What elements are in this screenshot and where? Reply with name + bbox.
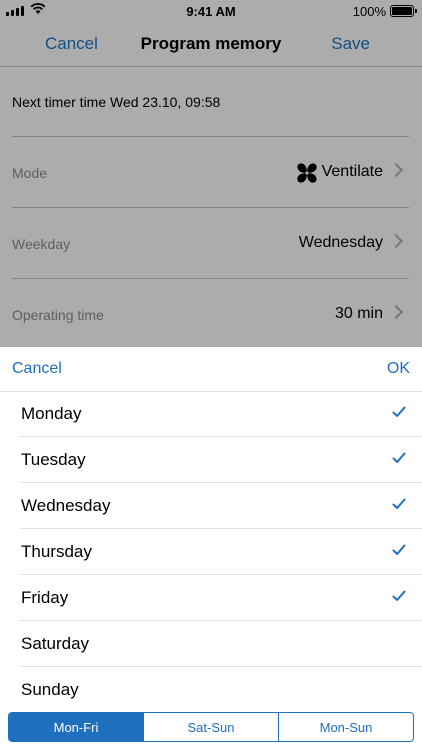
- day-label: Tuesday: [21, 450, 86, 469]
- day-list: Monday Tuesday Wednesday Thursday Friday…: [0, 391, 422, 712]
- segment-mon-sun[interactable]: Mon-Sun: [279, 713, 413, 741]
- segment-sat-sun[interactable]: Sat-Sun: [144, 713, 279, 741]
- day-label: Friday: [21, 588, 69, 607]
- day-label: Wednesday: [21, 496, 111, 515]
- day-row-friday[interactable]: Friday: [20, 575, 422, 621]
- sheet-toolbar: Cancel OK: [0, 347, 422, 392]
- sheet-ok-button[interactable]: OK: [387, 360, 410, 378]
- sheet-cancel-button[interactable]: Cancel: [12, 360, 62, 378]
- day-row-thursday[interactable]: Thursday: [20, 529, 422, 575]
- checkmark-icon: [392, 498, 406, 509]
- day-row-saturday[interactable]: Saturday: [20, 621, 422, 667]
- day-row-tuesday[interactable]: Tuesday: [20, 437, 422, 483]
- weekday-picker-sheet: Cancel OK Monday Tuesday Wednesday Thurs…: [0, 347, 422, 750]
- day-preset-segmented-control: Mon-Fri Sat-Sun Mon-Sun: [8, 712, 414, 742]
- day-row-wednesday[interactable]: Wednesday: [20, 483, 422, 529]
- checkmark-icon: [392, 452, 406, 463]
- segment-mon-fri[interactable]: Mon-Fri: [9, 713, 144, 741]
- day-label: Saturday: [21, 634, 90, 653]
- day-label: Monday: [21, 404, 82, 423]
- day-row-sunday[interactable]: Sunday: [20, 667, 422, 712]
- day-label: Sunday: [21, 680, 79, 699]
- day-label: Thursday: [21, 542, 92, 561]
- day-row-monday[interactable]: Monday: [20, 391, 422, 437]
- checkmark-icon: [392, 590, 406, 601]
- checkmark-icon: [392, 544, 406, 555]
- checkmark-icon: [392, 406, 406, 417]
